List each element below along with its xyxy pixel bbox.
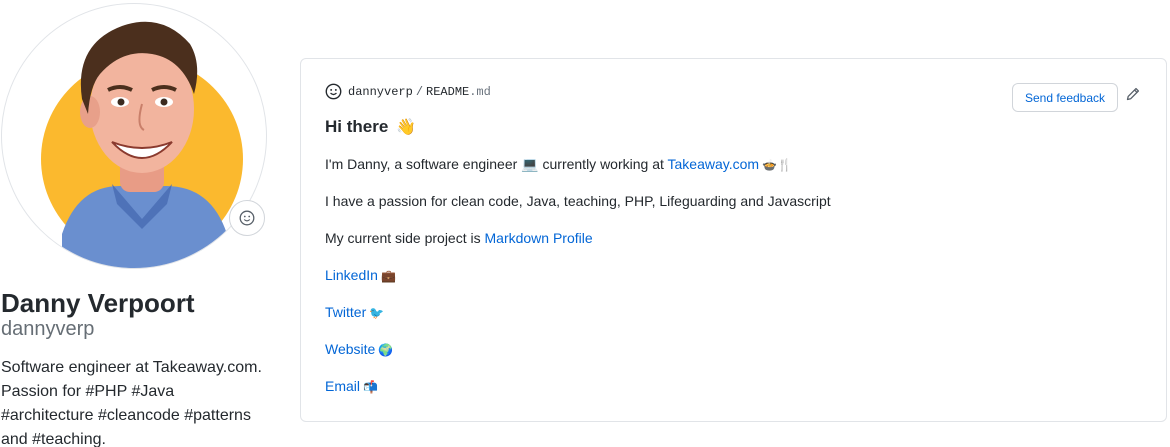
food-icon: 🍲🍴 [762,158,792,172]
intro-text: I'm Danny, a software engineer 💻 current… [325,156,668,172]
avatar[interactable] [1,3,267,269]
avatar-illustration [41,21,243,268]
readme-intro-line: I'm Danny, a software engineer 💻 current… [325,154,792,175]
takeaway-link[interactable]: Takeaway.com [668,156,760,172]
twitter-link[interactable]: Twitter [325,304,366,320]
set-status-button[interactable] [229,200,265,236]
smiley-icon [239,210,255,226]
readme-breadcrumb: dannyverp / README .md [325,83,491,100]
smiley-icon [325,83,342,100]
readme-extension: .md [469,84,491,99]
profile-full-name: Danny Verpoort [1,288,195,318]
readme-card: dannyverp / README .md Send feedback Hi … [300,58,1167,422]
edit-readme-button[interactable] [1124,85,1142,103]
bird-icon: 🐦 [369,306,385,320]
readme-heading: Hi there 👋 [325,116,416,139]
linkedin-link[interactable]: LinkedIn [325,267,378,283]
send-feedback-button[interactable]: Send feedback [1012,83,1118,112]
readme-heading-text: Hi there [325,117,389,136]
globe-icon: 🌍 [378,343,394,357]
breadcrumb-separator: / [415,84,424,99]
briefcase-icon: 💼 [380,269,396,283]
project-text: My current side project is [325,230,485,246]
email-link[interactable]: Email [325,378,360,394]
linkedin-line: LinkedIn 💼 [325,265,396,286]
profile-username: dannyverp [1,318,95,340]
readme-filename[interactable]: README [426,85,469,99]
wave-icon: 👋 [396,119,416,136]
twitter-line: Twitter 🐦 [325,302,384,323]
pencil-icon [1126,87,1140,101]
mailbox-icon: 📬 [363,380,378,394]
readme-passion-line: I have a passion for clean code, Java, t… [325,193,831,209]
markdown-profile-link[interactable]: Markdown Profile [485,230,593,246]
email-line: Email 📬 [325,376,378,397]
profile-bio: Software engineer at Takeaway.com. Passi… [1,359,262,447]
readme-owner[interactable]: dannyverp [348,85,413,99]
readme-project-line: My current side project is Markdown Prof… [325,228,593,248]
website-line: Website 🌍 [325,339,393,360]
website-link[interactable]: Website [325,341,375,357]
